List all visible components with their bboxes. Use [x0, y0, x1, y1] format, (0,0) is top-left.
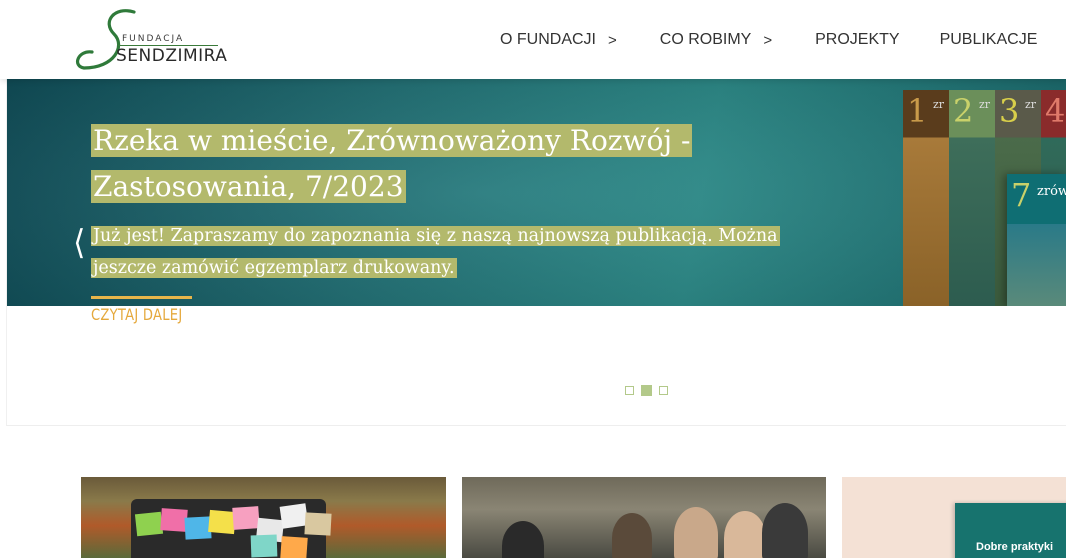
book-number: 2 [953, 92, 974, 130]
person-figure [612, 513, 652, 558]
slide-title-text: Rzeka w mieście, Zrównoważony Rozwój - Z… [91, 124, 693, 203]
chevron-right-icon: > [608, 31, 617, 49]
person-figure [674, 507, 718, 558]
slider-pagination [625, 385, 675, 396]
book-spine-text: zr [979, 98, 991, 111]
book-spine-text: zr [933, 98, 945, 111]
slide-description: Już jest! Zapraszamy do zapoznania się z… [91, 220, 811, 284]
slider-dot-3[interactable] [659, 386, 668, 395]
card-publication[interactable]: Dobre praktyki [842, 477, 1066, 558]
book-cover-text: zrów [1037, 184, 1066, 199]
slide-title: Rzeka w mieście, Zrównoważony Rozwój - Z… [91, 118, 731, 210]
person-figure [724, 511, 766, 558]
read-more-underline [91, 296, 192, 299]
chevron-left-icon[interactable]: ❬ [72, 224, 87, 259]
nav-item-label: PROJEKTY [815, 31, 900, 48]
nav-item-co-robimy[interactable]: CO ROBIMY > [660, 31, 772, 49]
nav-item-o-fundacji[interactable]: O FUNDACJI > [500, 31, 617, 49]
book-cover-7: 7 zrów [1007, 174, 1066, 306]
publication-title: Dobre praktyki [976, 541, 1054, 553]
logo[interactable]: FUNDACJA SENDZIMIRA [74, 8, 228, 70]
book-number: 3 [999, 92, 1020, 130]
card-people-group[interactable] [462, 477, 826, 558]
book-number: 7 [1011, 176, 1032, 214]
card-sticky-notes[interactable] [81, 477, 446, 558]
nav-item-projekty[interactable]: PROJEKTY [815, 31, 899, 49]
hero-slider: 1 zr 2 zr 3 zr 4 7 zrów Rzeka w mieście,… [6, 79, 1066, 426]
book-number: 4 [1045, 92, 1066, 130]
slider-dot-2[interactable] [641, 385, 652, 396]
main-nav: O FUNDACJI > CO ROBIMY > PROJEKTY PUBLIK… [500, 31, 1037, 49]
book-cover-2: 2 zr [949, 90, 997, 306]
person-figure [502, 521, 544, 558]
book-cover-1: 1 zr [903, 90, 951, 306]
slide-banner: 1 zr 2 zr 3 zr 4 7 zrów Rzeka w mieście,… [7, 79, 1066, 306]
read-more-link[interactable]: CZYTAJ DALEJ [91, 305, 182, 324]
sticky-note [280, 536, 308, 558]
site-header: FUNDACJA SENDZIMIRA O FUNDACJI > CO ROBI… [0, 0, 1066, 79]
slider-dot-1[interactable] [625, 386, 634, 395]
book-number: 1 [907, 92, 928, 130]
person-figure [762, 503, 808, 558]
slide-description-text: Już jest! Zapraszamy do zapoznania się z… [91, 226, 780, 278]
book-spine-text: zr [1025, 98, 1037, 111]
sticky-note [250, 534, 278, 558]
nav-item-publikacje[interactable]: PUBLIKACJE [940, 31, 1038, 49]
nav-item-label: O FUNDACJI [500, 31, 596, 48]
chevron-right-icon: > [763, 31, 773, 49]
nav-item-label: PUBLIKACJE [939, 31, 1038, 48]
sticky-note [304, 512, 332, 536]
logo-small-text: FUNDACJA [122, 34, 185, 44]
sticky-note [232, 506, 260, 530]
sticky-note [134, 511, 164, 537]
nav-item-label: CO ROBIMY [659, 31, 752, 48]
logo-big-text: SENDZIMIRA [116, 46, 228, 66]
